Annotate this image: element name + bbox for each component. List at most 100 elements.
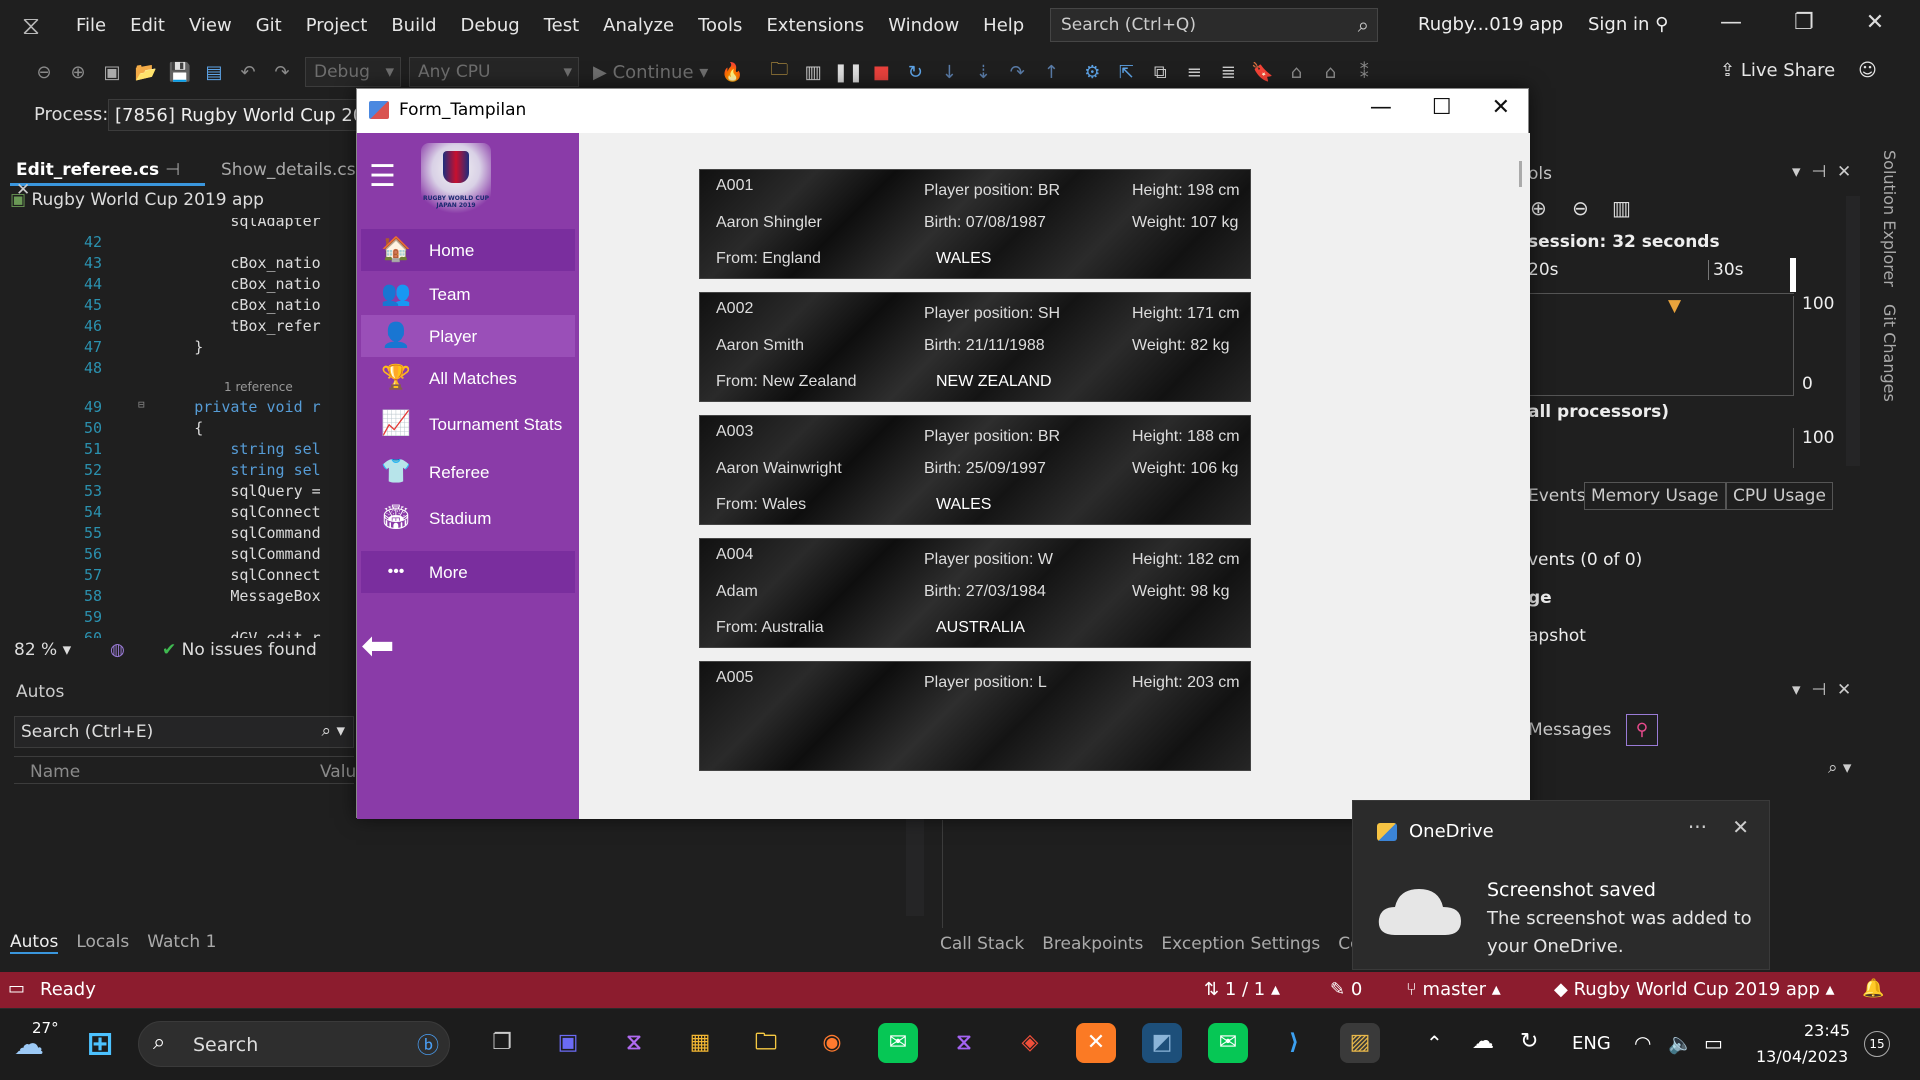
pause-icon[interactable]: ❚❚ — [833, 62, 863, 83]
task-view-icon[interactable]: ❐ — [482, 1023, 522, 1063]
solution-explorer-tab[interactable]: Solution Explorer — [1880, 150, 1899, 287]
indent-icon[interactable]: ≡ — [1180, 62, 1208, 83]
tab-exception-settings[interactable]: Exception Settings — [1161, 934, 1320, 954]
editor-nav-bar[interactable]: ▣ Rugby World Cup 2019 app — [10, 190, 360, 218]
zoom-out-icon[interactable]: ⊖ — [1572, 196, 1589, 220]
menu-test[interactable]: Test — [532, 0, 591, 52]
sync-icon[interactable]: ↻ — [1520, 1029, 1538, 1054]
code-editor[interactable]: sqlAdapter 42 43 cBox_natio 44 cBox_natio 45… — [10, 218, 360, 638]
menu-build[interactable]: Build — [379, 0, 448, 52]
continue-button[interactable]: ▶ Continue ▾ — [593, 62, 708, 83]
tab-events[interactable]: Events — [1528, 486, 1586, 506]
close-icon[interactable]: ✕ — [1492, 95, 1510, 120]
onedrive-icon[interactable]: ☁ — [1472, 1029, 1494, 1054]
stop-icon[interactable]: ■ — [867, 62, 895, 83]
step-into-icon[interactable]: ⇣ — [969, 62, 997, 83]
nav-referee[interactable]: 👕 Referee — [361, 451, 575, 493]
firefox-icon[interactable]: ◉ — [812, 1023, 852, 1063]
maximize-icon[interactable]: ☐ — [1432, 95, 1452, 120]
forward-icon[interactable]: ⊕ — [64, 62, 92, 83]
teams-icon[interactable]: ▣ — [548, 1023, 588, 1063]
nav-stadium[interactable]: 🏟 Stadium — [361, 497, 575, 539]
chevron-up-icon[interactable]: ⌃ — [1426, 1031, 1443, 1055]
tab-breakpoints[interactable]: Breakpoints — [1042, 934, 1143, 954]
clock-date[interactable]: 13/04/2023 — [1756, 1047, 1848, 1066]
branch-selector[interactable]: ⑂ master ▴ — [1406, 979, 1501, 1000]
code-line[interactable]: string sel — [122, 461, 320, 479]
tab-locals[interactable]: Locals — [76, 932, 129, 954]
battery-icon[interactable]: ▭ — [1704, 1031, 1723, 1055]
clock-time[interactable]: 23:45 — [1804, 1021, 1850, 1040]
back-arrow-icon[interactable]: ⬅ — [361, 623, 395, 669]
volume-icon[interactable]: 🔈 — [1668, 1031, 1693, 1055]
code-line[interactable]: cBox_natio — [122, 275, 320, 293]
taskbar-search[interactable]: ⌕ Search ⓑ — [138, 1021, 450, 1067]
form-app-icon[interactable]: ▨ — [1340, 1023, 1380, 1063]
tab-show-details[interactable]: Show_details.cs — [215, 156, 362, 186]
pending-changes[interactable]: ✎ 0 — [1330, 979, 1362, 1000]
menu-project[interactable]: Project — [294, 0, 380, 52]
notifications-icon[interactable]: 🔔 — [1862, 978, 1884, 999]
tab-call-stack[interactable]: Call Stack — [940, 934, 1024, 954]
git-changes-tab[interactable]: Git Changes — [1880, 304, 1899, 402]
code-line[interactable]: sqlConnect — [122, 503, 320, 521]
nav-team[interactable]: 👥 Team — [361, 273, 575, 315]
visual-studio-icon[interactable]: ⧖ — [614, 1023, 654, 1063]
zoom-dropdown[interactable]: 82 % ▾ — [14, 640, 71, 660]
minimize-icon[interactable]: — — [1370, 95, 1392, 120]
undo-icon[interactable]: ↶ — [234, 62, 262, 83]
scrollbar[interactable] — [1519, 161, 1522, 187]
tab-cpu-usage[interactable]: CPU Usage — [1726, 482, 1833, 510]
close-icon[interactable]: ✕ — [1732, 815, 1749, 839]
nav-player[interactable]: 👤 Player — [361, 315, 575, 357]
diagnostics-icon[interactable]: ⚙ — [1078, 62, 1106, 83]
tab-edit-referee[interactable]: Edit_referee.cs ⊣ ✕ — [10, 156, 205, 200]
menu-edit[interactable]: Edit — [118, 0, 177, 52]
sign-in-link[interactable]: Sign in ⚲ — [1588, 14, 1668, 35]
menu-debug[interactable]: Debug — [449, 0, 532, 52]
scrollbar[interactable] — [1846, 196, 1860, 466]
onedrive-toast[interactable]: OneDrive ··· ✕ Screenshot saved The scre… — [1352, 800, 1770, 970]
save-icon[interactable]: 💾 — [166, 62, 194, 83]
code-line[interactable]: private void r — [122, 398, 320, 416]
bookmark-next-icon[interactable]: ⌂ — [1316, 62, 1344, 83]
folder-icon[interactable]: 🗀 — [765, 57, 793, 87]
layout-icon[interactable]: ▥ — [799, 62, 827, 83]
code-line[interactable]: } — [122, 338, 203, 356]
git-icon[interactable]: ◈ — [1010, 1023, 1050, 1063]
nav-tournament-stats[interactable]: 📈 Tournament Stats — [361, 403, 575, 445]
cursor-icon[interactable]: ⇱ — [1112, 62, 1140, 83]
bookmark-icon[interactable]: 🔖 — [1248, 62, 1276, 83]
bookmark-prev-icon[interactable]: ⌂ — [1282, 62, 1310, 83]
menu-view[interactable]: View — [177, 0, 244, 52]
visual-studio-2-icon[interactable]: ⧖ — [944, 1023, 984, 1063]
menu-window[interactable]: Window — [876, 0, 971, 52]
events-count[interactable]: vents (0 of 0) — [1528, 550, 1642, 570]
code-line[interactable]: { — [122, 419, 203, 437]
start-icon[interactable]: ⊞ — [80, 1023, 120, 1063]
store-icon[interactable]: ▦ — [680, 1023, 720, 1063]
panel-options-icon[interactable]: ▾ ⊣ ✕ — [1792, 162, 1851, 182]
collapse-icon[interactable]: ⊟ — [138, 398, 145, 411]
code-line[interactable]: string sel — [122, 440, 320, 458]
save-all-icon[interactable]: ▤ — [200, 62, 228, 83]
zoom-in-icon[interactable]: ⊕ — [1530, 196, 1547, 220]
form-title-bar[interactable]: Form_Tampilan — ☐ ✕ — [357, 89, 1528, 133]
config-dropdown[interactable]: Debug ▾ — [305, 57, 401, 87]
code-line[interactable]: sqlQuery = — [122, 482, 320, 500]
player-card[interactable]: A005 Player position: L Height: 203 cm — [699, 661, 1251, 771]
new-project-icon[interactable]: ▣ — [98, 62, 126, 83]
code-lens-references[interactable]: 1 reference — [224, 380, 293, 394]
nav-more[interactable]: ••• More — [361, 551, 575, 593]
vscode-icon[interactable]: ⟩ — [1274, 1023, 1314, 1063]
minimize-icon[interactable]: — — [1720, 10, 1742, 35]
windows-icon[interactable]: ⧉ — [1146, 62, 1174, 83]
player-card[interactable]: A004 Adam From: Australia Player position: … — [699, 538, 1251, 648]
repo-selector[interactable]: ◆ Rugby World Cup 2019 app ▴ — [1554, 979, 1835, 1000]
pin-icon[interactable]: ⊣ — [165, 160, 180, 180]
panel-options-icon[interactable]: ▾ ⊣ ✕ — [1792, 680, 1851, 700]
menu-extensions[interactable]: Extensions — [754, 0, 876, 52]
code-line[interactable]: MessageBox — [122, 587, 320, 605]
line-2-icon[interactable]: ✉ — [1208, 1023, 1248, 1063]
player-card[interactable]: A003 Aaron Wainwright From: Wales Player po… — [699, 415, 1251, 525]
